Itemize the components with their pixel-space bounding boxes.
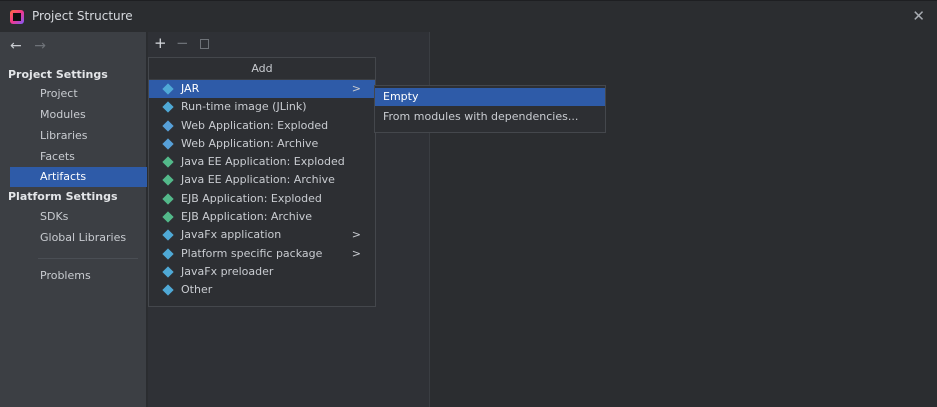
add-icon[interactable]: + bbox=[154, 34, 167, 52]
ejb-artifact-icon bbox=[162, 211, 174, 223]
javaee-artifact-icon bbox=[162, 174, 174, 187]
popup-item-label: Web Application: Exploded bbox=[181, 118, 329, 132]
popup-item-label: JAR bbox=[181, 82, 200, 95]
ejb-artifact-icon bbox=[162, 193, 174, 205]
javaee-artifact-icon bbox=[162, 156, 174, 168]
popup-item-label: Java EE Application: Exploded bbox=[181, 155, 345, 169]
sidebar-item-modules[interactable]: Modules bbox=[10, 105, 147, 125]
popup-item-javaee-exploded[interactable]: Java EE Application: Exploded bbox=[149, 153, 375, 171]
back-arrow-icon[interactable]: ← bbox=[10, 38, 22, 54]
sidebar: ← → Project Settings Project Modules Lib… bbox=[0, 32, 147, 407]
popup-item-label: EJB Application: Archive bbox=[181, 210, 313, 224]
jar-artifact-icon bbox=[162, 83, 174, 95]
artifact-icon bbox=[162, 266, 174, 278]
popup-item-label: Web Application: Archive bbox=[181, 136, 319, 150]
popup-item-jar[interactable]: JAR > bbox=[149, 80, 375, 99]
web-artifact-icon bbox=[162, 119, 174, 132]
add-popup-menu: Add JAR > Run-time image (JLink) Web App… bbox=[148, 57, 376, 307]
popup-item-web-exploded[interactable]: Web Application: Exploded bbox=[149, 117, 375, 135]
popup-item-label: Java EE Application: Archive bbox=[181, 173, 335, 187]
artifact-icon bbox=[162, 229, 174, 242]
popup-item-label: Other bbox=[181, 283, 213, 297]
sidebar-item-global-libraries[interactable]: Global Libraries bbox=[10, 228, 147, 248]
popup-item-javafx-preloader[interactable]: JavaFx preloader bbox=[149, 263, 375, 281]
jar-submenu: Empty From modules with dependencies... bbox=[374, 85, 606, 133]
sidebar-item-facets[interactable]: Facets bbox=[10, 147, 147, 167]
popup-item-platform-package[interactable]: Platform specific package > bbox=[149, 245, 375, 263]
copy-icon[interactable] bbox=[200, 39, 209, 49]
popup-item-javaee-archive[interactable]: Java EE Application: Archive bbox=[149, 171, 375, 189]
popup-item-label: JavaFx application bbox=[181, 228, 282, 242]
popup-item-ejb-exploded[interactable]: EJB Application: Exploded bbox=[149, 190, 375, 208]
popup-item-web-archive[interactable]: Web Application: Archive bbox=[149, 135, 375, 153]
window-title: Project Structure bbox=[32, 9, 133, 23]
artifacts-toolbar: + − bbox=[148, 32, 430, 56]
sidebar-separator bbox=[38, 258, 138, 259]
remove-icon[interactable]: − bbox=[176, 34, 189, 52]
sidebar-item-artifacts[interactable]: Artifacts bbox=[10, 167, 147, 187]
sidebar-item-libraries[interactable]: Libraries bbox=[10, 126, 147, 146]
chevron-right-icon: > bbox=[351, 246, 361, 260]
popup-item-label: Platform specific package bbox=[181, 246, 323, 260]
sidebar-item-sdks[interactable]: SDKs bbox=[10, 207, 147, 227]
artifact-icon bbox=[162, 284, 174, 296]
popup-item-label: JavaFx preloader bbox=[181, 264, 274, 278]
project-settings-header: Project Settings bbox=[8, 68, 108, 81]
popup-item-ejb-archive[interactable]: EJB Application: Archive bbox=[149, 208, 375, 226]
artifact-icon bbox=[162, 101, 174, 113]
submenu-item-from-modules[interactable]: From modules with dependencies... bbox=[375, 108, 605, 126]
sidebar-item-project[interactable]: Project bbox=[10, 84, 147, 104]
popup-item-label: EJB Application: Exploded bbox=[181, 191, 322, 205]
popup-item-runtime-image[interactable]: Run-time image (JLink) bbox=[149, 98, 375, 116]
sidebar-item-problems[interactable]: Problems bbox=[10, 266, 147, 286]
web-artifact-icon bbox=[162, 138, 174, 150]
chevron-right-icon: > bbox=[351, 228, 361, 242]
submenu-item-empty[interactable]: Empty bbox=[375, 88, 605, 106]
intellij-app-icon bbox=[10, 10, 24, 24]
title-bar: Project Structure ✕ bbox=[0, 0, 937, 32]
nav-arrows: ← → bbox=[10, 38, 46, 54]
chevron-right-icon: > bbox=[351, 82, 361, 95]
platform-settings-header: Platform Settings bbox=[8, 190, 118, 203]
artifact-icon bbox=[162, 248, 174, 260]
forward-arrow-icon[interactable]: → bbox=[34, 38, 46, 54]
popup-header: Add bbox=[149, 58, 375, 80]
close-icon[interactable]: ✕ bbox=[912, 7, 925, 25]
popup-item-label: Run-time image (JLink) bbox=[181, 100, 307, 114]
popup-item-other[interactable]: Other bbox=[149, 281, 375, 299]
popup-item-javafx-application[interactable]: JavaFx application > bbox=[149, 226, 375, 244]
